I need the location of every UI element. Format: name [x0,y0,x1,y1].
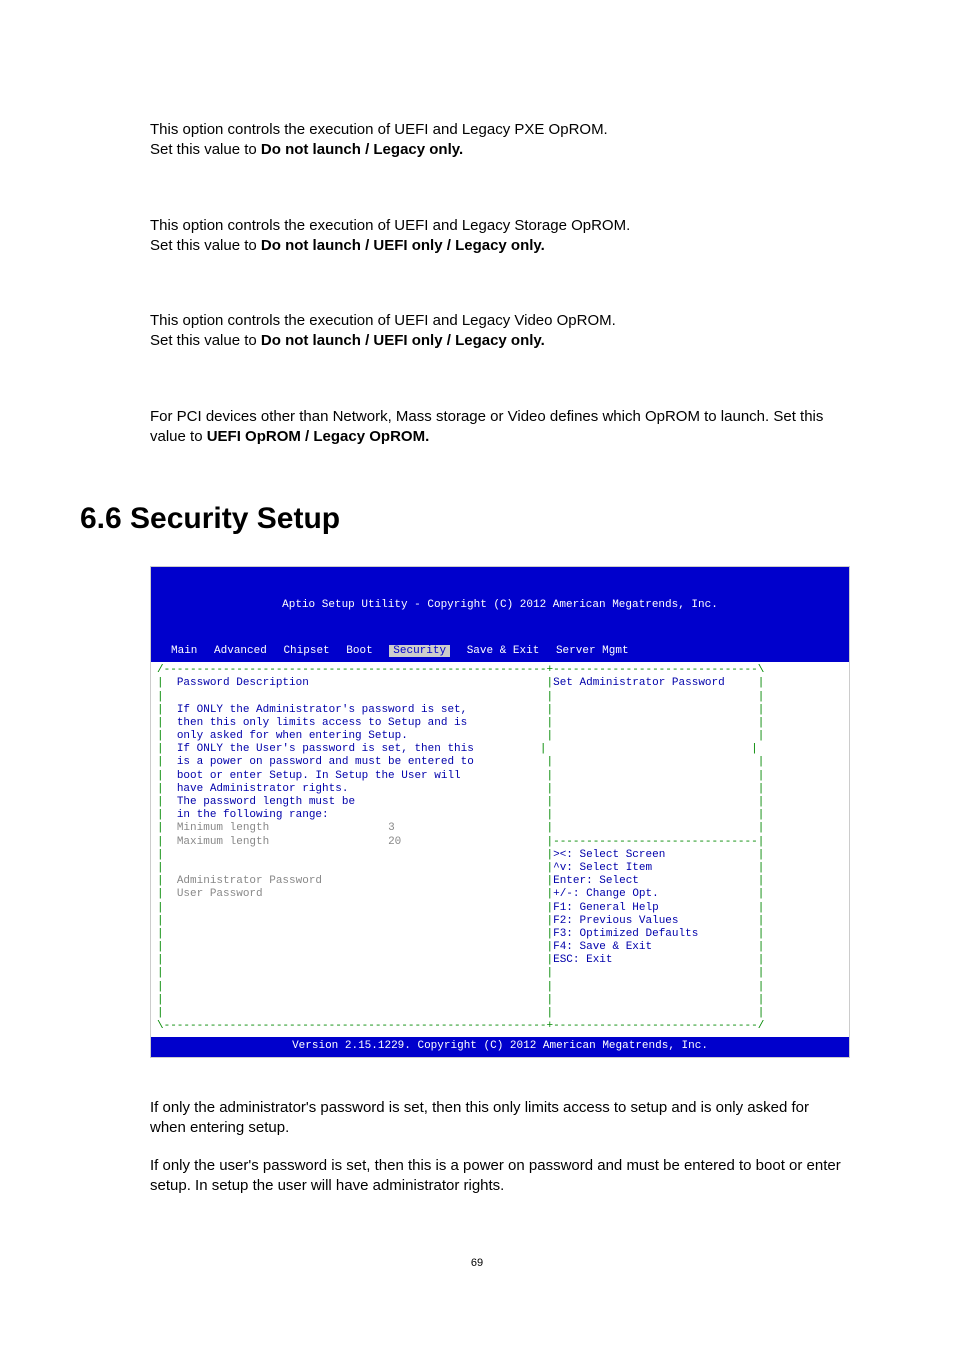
pxe-bold: Do not launch / Legacy only. [261,141,463,158]
after-para-1: If only the administrator's password is … [75,1098,879,1139]
page-number: 69 [75,1257,879,1269]
desc-l3: only asked for when entering Setup. [177,730,408,742]
bios-title: Aptio Setup Utility - Copyright (C) 2012… [151,597,849,614]
desc-l1: If ONLY the Administrator's password is … [177,704,467,716]
key-prev: F2: Previous Values [553,915,678,927]
storage-bold: Do not launch / UEFI only / Legacy only. [261,237,545,254]
para-video: This option controls the execution of UE… [75,311,879,352]
para-pxe: This option controls the execution of UE… [75,120,879,161]
after-para-2: If only the user's password is set, then… [75,1156,879,1197]
tab-chipset[interactable]: Chipset [283,645,329,657]
para-other: For PCI devices other than Network, Mass… [75,407,879,448]
pxe-prefix: Set this value to [150,141,261,158]
tab-boot[interactable]: Boot [346,645,372,657]
desc-l2: then this only limits access to Setup an… [177,717,467,729]
desc-l7: have Administrator rights. [177,783,349,795]
key-item: ^v: Select Item [553,862,652,874]
desc-l4: If ONLY the User's password is set, then… [177,743,474,755]
min-val: 3 [388,822,395,834]
key-screen: ><: Select Screen [553,849,665,861]
desc-l8: The password length must be [177,796,355,808]
desc-l9: in the following range: [177,809,329,821]
video-bold: Do not launch / UEFI only / Legacy only. [261,332,545,349]
bios-screenshot: Aptio Setup Utility - Copyright (C) 2012… [150,566,850,1058]
para-storage: This option controls the execution of UE… [75,216,879,257]
heading-security-setup: 6.6 Security Setup [75,502,879,536]
key-change: +/-: Change Opt. [553,888,659,900]
storage-text: This option controls the execution of UE… [150,217,630,234]
key-defaults: F3: Optimized Defaults [553,928,698,940]
bios-tabs: Main Advanced Chipset Boot Security Save… [151,643,849,662]
max-label: Maximum length [177,836,269,848]
storage-prefix: Set this value to [150,237,261,254]
max-val: 20 [388,836,401,848]
tab-save-exit[interactable]: Save & Exit [467,645,540,657]
help-text: Set Administrator Password [553,677,725,689]
user-password[interactable]: User Password [177,888,263,900]
min-label: Minimum length [177,822,269,834]
pxe-text: This option controls the execution of UE… [150,121,608,138]
admin-password[interactable]: Administrator Password [177,875,322,887]
key-save: F4: Save & Exit [553,941,652,953]
tab-advanced[interactable]: Advanced [214,645,267,657]
key-exit: ESC: Exit [553,954,612,966]
bios-footer: Version 2.15.1229. Copyright (C) 2012 Am… [151,1037,849,1056]
video-text: This option controls the execution of UE… [150,312,616,329]
desc-l5: is a power on password and must be enter… [177,756,474,768]
key-enter: Enter: Select [553,875,639,887]
tab-main[interactable]: Main [171,645,197,657]
video-prefix: Set this value to [150,332,261,349]
tab-security[interactable]: Security [389,645,450,657]
key-help: F1: General Help [553,902,659,914]
tab-server-mgmt[interactable]: Server Mgmt [556,645,629,657]
desc-l6: boot or enter Setup. In Setup the User w… [177,770,461,782]
other-bold: UEFI OpROM / Legacy OpROM. [207,428,430,445]
password-description: Password Description [177,677,309,689]
bios-body: /---------------------------------------… [151,662,849,1037]
